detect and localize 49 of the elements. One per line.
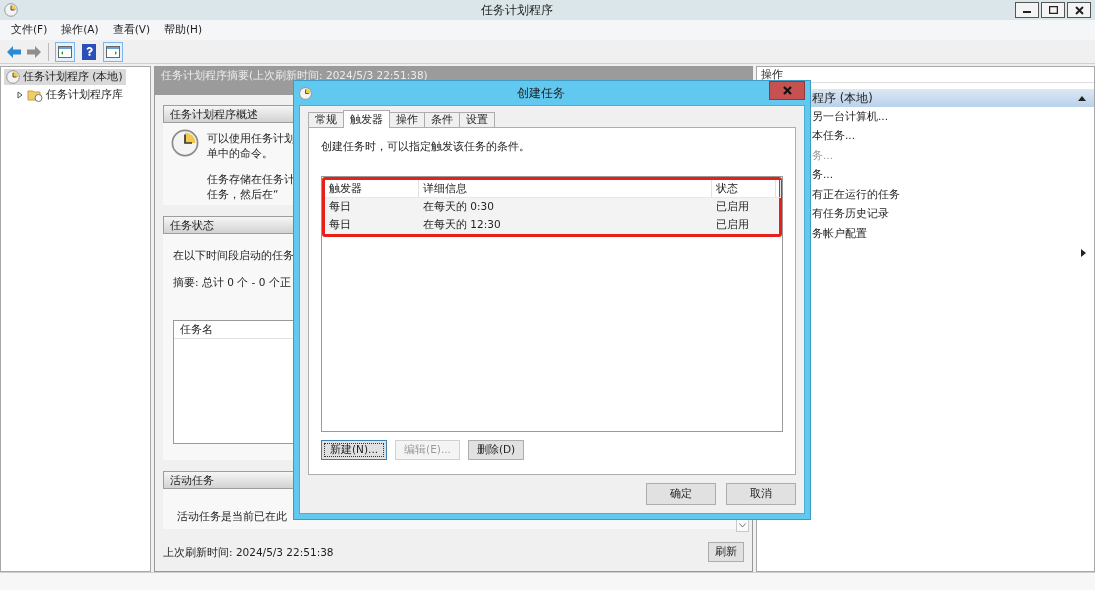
clock-icon [6,70,20,84]
action-pane-button[interactable] [103,41,123,62]
dialog-button[interactable]: 确定 [646,483,716,505]
tab[interactable]: 触发器 [343,110,390,128]
menu-item[interactable]: 操作(A) [56,23,104,37]
maximize-button[interactable] [1041,2,1065,18]
clock-icon [171,129,199,157]
menu-item[interactable]: 文件(F) [6,23,53,37]
tab[interactable]: 设置 [459,112,495,128]
close-icon [1074,5,1084,15]
collapsed-triangle-icon[interactable] [16,91,24,99]
chevron-down-icon [739,522,746,528]
clock-icon [299,86,312,100]
submenu-arrow-icon[interactable] [1081,249,1086,258]
trigger-list[interactable]: 触发器 详细信息 状态 每日 在每天的 0:30 已启用 每日 在每天的 12:30 已启用 [321,176,783,432]
close-button[interactable] [1067,2,1091,18]
dialog-button[interactable]: 删除(D) [467,440,525,460]
overview-text: 任务，然后在“ [207,187,280,202]
tab[interactable]: 常规 [308,112,344,128]
overview-text: 任务存储在任务计 [207,172,295,187]
tab[interactable]: 操作 [389,112,425,128]
overview-text: 可以使用任务计划 [207,131,295,146]
question-mark-icon [84,47,94,56]
tab[interactable]: 条件 [424,112,460,128]
refresh-button[interactable]: 刷新 [708,542,744,562]
console-tree-button[interactable] [55,41,75,62]
dialog-button[interactable]: 取消 [726,483,796,505]
status-intro: 在以下时间段启动的任务 [173,248,295,263]
clock-icon [4,3,18,17]
trigger-row[interactable]: 每日 在每天的 0:30 已启用 [325,198,779,216]
collapse-triangle-icon[interactable] [1078,95,1086,101]
tree-item[interactable]: 任务计划程序 (本地) [4,69,126,85]
close-icon [782,86,792,95]
menu-item[interactable]: 查看(V) [107,23,155,37]
description-text: 创建任务时，可以指定触发该任务的条件。 [321,140,531,154]
help-button[interactable] [82,43,96,60]
tree-item[interactable]: 任务计划程序库 [4,87,126,103]
window-title: 任务计划程序 [479,1,554,19]
active-text: 活动任务是当前已在此 [177,509,288,524]
folder-clock-icon [27,88,43,102]
trigger-row[interactable]: 每日 在每天的 12:30 已启用 [325,216,779,234]
back-arrow-icon[interactable] [6,44,22,59]
dialog-button[interactable]: 新建(N)... [321,440,388,460]
overview-text: 单中的命令。 [207,146,274,161]
maximize-icon [1048,6,1058,14]
minimize-button[interactable] [1015,2,1039,18]
last-refresh-text: 上次刷新时间: 2024/5/3 22:51:38 [163,544,334,560]
menu-item[interactable]: 帮助(H) [159,23,208,37]
status-summary: 摘要: 总计 0 个 - 0 个正 [173,275,292,290]
